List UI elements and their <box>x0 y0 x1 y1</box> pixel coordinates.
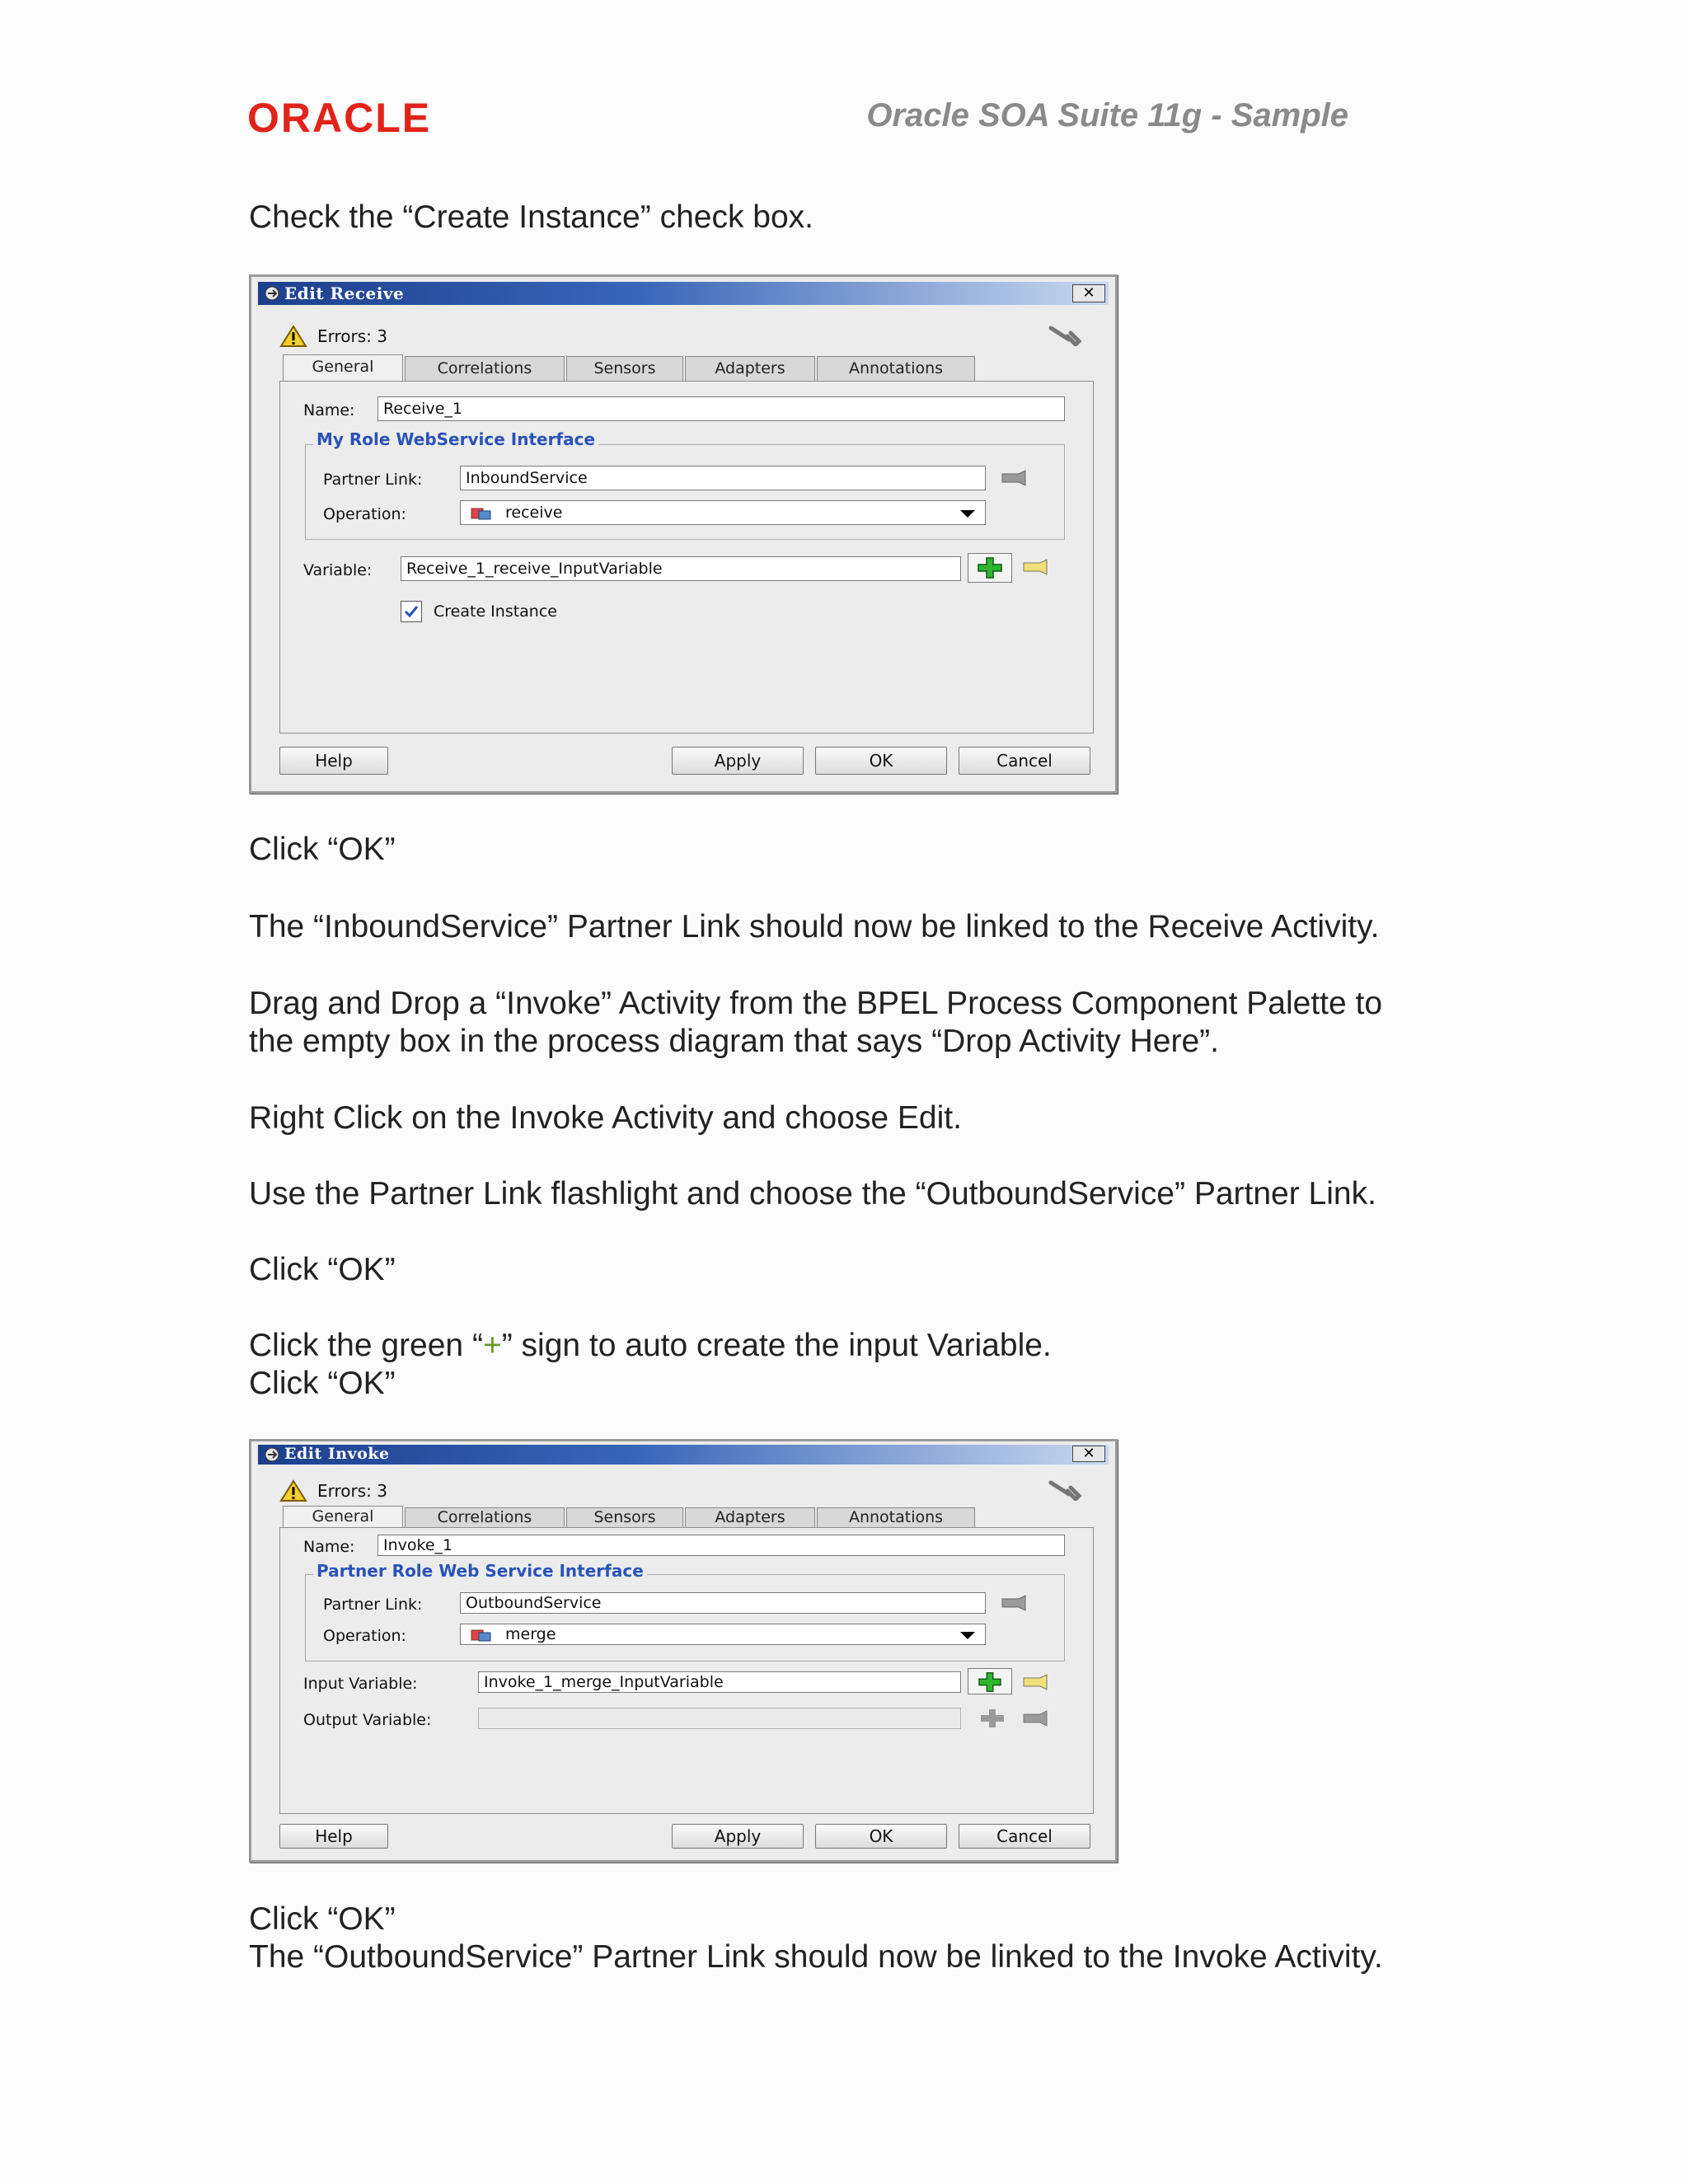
ok-button[interactable]: OK <box>815 747 947 775</box>
create-instance-label: Create Instance <box>434 602 557 621</box>
tab-sensors[interactable]: Sensors <box>566 1507 683 1527</box>
bpel-activity-icon <box>265 1447 279 1462</box>
name-label: Name: <box>303 1538 355 1556</box>
partner-link-label: Partner Link: <box>323 471 423 489</box>
partner-role-interface-group <box>305 1574 1065 1661</box>
instruction-check-create-instance: Check the “Create Instance” check box. <box>249 199 814 235</box>
instruction-choose-outbound: Use the Partner Link flashlight and choo… <box>249 1176 1376 1212</box>
close-button[interactable]: ✕ <box>1072 284 1105 302</box>
svg-text:ORACLE: ORACLE <box>247 97 431 138</box>
warning-icon <box>279 1479 307 1502</box>
help-button[interactable]: Help <box>279 747 388 775</box>
errors-count: Errors: 3 <box>317 326 387 346</box>
edit-receive-dialog: Edit Receive ✕ Errors: 3 General Correla… <box>249 274 1118 794</box>
flashlight-icon[interactable] <box>1001 1594 1030 1612</box>
instruction-outbound-linked: The “OutboundService” Partner Link shoul… <box>249 1939 1383 1975</box>
variable-field[interactable]: Receive_1_receive_InputVariable <box>401 556 961 581</box>
plus-icon[interactable] <box>976 1706 1009 1731</box>
input-variable-label: Input Variable: <box>303 1675 418 1693</box>
instruction-click-ok-2: Click “OK” <box>249 1252 396 1287</box>
dialog-titlebar: Edit Invoke ✕ <box>258 1445 1109 1465</box>
partner-link-label: Partner Link: <box>323 1596 423 1614</box>
ok-button[interactable]: OK <box>815 1824 947 1849</box>
tab-annotations[interactable]: Annotations <box>817 1507 975 1527</box>
operation-icon <box>471 508 491 520</box>
instruction-click-green-plus: Click the green “+” sign to auto create … <box>249 1327 1052 1365</box>
flashlight-icon[interactable] <box>1022 1673 1052 1691</box>
wrench-icon[interactable] <box>1048 323 1082 346</box>
operation-select[interactable]: merge <box>460 1624 986 1645</box>
group-title: My Role WebService Interface <box>313 429 599 449</box>
name-field[interactable]: Receive_1 <box>377 396 1065 421</box>
operation-value: merge <box>505 1625 556 1643</box>
create-instance-checkbox[interactable] <box>401 601 422 622</box>
checkmark-icon <box>404 606 419 618</box>
errors-count: Errors: 3 <box>317 1481 387 1501</box>
plus-icon <box>978 557 1002 579</box>
dialog-titlebar: Edit Receive ✕ <box>258 282 1109 305</box>
help-button[interactable]: Help <box>279 1824 388 1849</box>
tab-general[interactable]: General <box>283 354 403 381</box>
operation-value: receive <box>505 504 563 522</box>
plus-icon <box>978 1672 1001 1692</box>
tab-general[interactable]: General <box>283 1506 403 1527</box>
flashlight-icon[interactable] <box>1001 469 1030 487</box>
warning-icon <box>279 325 307 347</box>
name-field[interactable]: Invoke_1 <box>377 1535 1065 1556</box>
instruction-click-ok-3: Click “OK” <box>249 1366 396 1401</box>
name-label: Name: <box>303 401 355 419</box>
instruction-click-ok-1: Click “OK” <box>249 832 396 867</box>
group-title: Partner Role Web Service Interface <box>313 1561 647 1581</box>
create-input-variable-button[interactable] <box>968 1668 1012 1694</box>
tab-sensors[interactable]: Sensors <box>566 356 683 381</box>
output-variable-field[interactable] <box>478 1708 961 1729</box>
tab-annotations[interactable]: Annotations <box>817 356 975 381</box>
dialog-title: Edit Invoke <box>284 1445 390 1463</box>
close-button[interactable]: ✕ <box>1072 1446 1105 1462</box>
bpel-activity-icon <box>265 286 279 301</box>
cancel-button[interactable]: Cancel <box>959 747 1090 775</box>
oracle-logo: ORACLE <box>247 97 431 138</box>
my-role-interface-group <box>305 444 1065 540</box>
dialog-title: Edit Receive <box>284 284 405 303</box>
create-variable-button[interactable] <box>968 553 1012 583</box>
operation-select[interactable]: receive <box>460 500 986 525</box>
variable-label: Variable: <box>303 561 373 579</box>
instruction-click-ok-4: Click “OK” <box>249 1901 396 1937</box>
general-panel: Name: Invoke_1 Partner Role Web Service … <box>279 1527 1094 1814</box>
chevron-down-icon <box>960 510 975 518</box>
instruction-drag-invoke-line1: Drag and Drop a “Invoke” Activity from t… <box>249 986 1383 1021</box>
operation-icon <box>471 1629 491 1642</box>
document-title: Oracle SOA Suite 11g - Sample <box>866 97 1348 134</box>
text-segment: ” sign to auto create the input Variable… <box>501 1328 1052 1363</box>
apply-button[interactable]: Apply <box>672 1824 804 1849</box>
tab-adapters[interactable]: Adapters <box>685 1507 815 1527</box>
instruction-drag-invoke-line2: the empty box in the process diagram tha… <box>249 1024 1219 1059</box>
chevron-down-icon <box>960 1632 975 1639</box>
text-segment: Click the green “ <box>249 1328 483 1363</box>
instruction-right-click-invoke: Right Click on the Invoke Activity and c… <box>249 1100 962 1136</box>
flashlight-icon[interactable] <box>1022 558 1052 576</box>
operation-label: Operation: <box>323 1627 406 1645</box>
general-panel: Name: Receive_1 My Role WebService Inter… <box>279 381 1094 733</box>
edit-invoke-dialog: Edit Invoke ✕ Errors: 3 General Correlat… <box>249 1439 1118 1863</box>
flashlight-icon[interactable] <box>1022 1709 1052 1727</box>
instruction-inbound-linked: The “InboundService” Partner Link should… <box>249 909 1380 944</box>
output-variable-label: Output Variable: <box>303 1711 432 1729</box>
green-plus-text: + <box>482 1328 502 1363</box>
wrench-icon[interactable] <box>1048 1478 1082 1501</box>
operation-label: Operation: <box>323 505 406 523</box>
tab-adapters[interactable]: Adapters <box>685 356 815 381</box>
tab-correlations[interactable]: Correlations <box>405 356 565 381</box>
apply-button[interactable]: Apply <box>672 747 804 775</box>
partner-link-field[interactable]: OutboundService <box>460 1592 986 1614</box>
input-variable-field[interactable]: Invoke_1_merge_InputVariable <box>478 1671 961 1693</box>
partner-link-field[interactable]: InboundService <box>460 466 986 490</box>
tab-correlations[interactable]: Correlations <box>405 1507 565 1527</box>
cancel-button[interactable]: Cancel <box>959 1824 1090 1849</box>
